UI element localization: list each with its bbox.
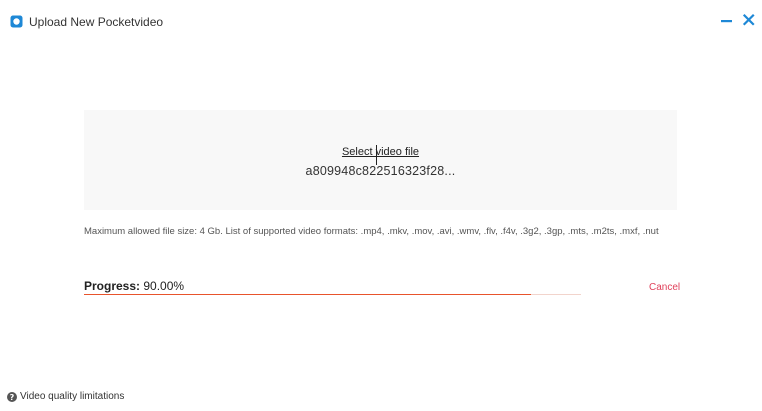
progress-section: Progress: 90.00% Cancel	[84, 279, 684, 299]
window-title: Upload New Pocketvideo	[29, 15, 164, 29]
question-circle-icon: ?	[7, 391, 17, 402]
video-quality-limitations-label[interactable]: Video quality limitations	[20, 391, 124, 402]
select-video-file-link[interactable]: Select video file	[84, 146, 677, 158]
minimize-icon[interactable]	[719, 12, 735, 28]
video-quality-limitations-link[interactable]: ? Video quality limitations	[7, 391, 124, 402]
progress-label: Progress:	[84, 279, 141, 293]
progress-bar	[84, 294, 581, 295]
progress-bar-fill	[84, 294, 532, 295]
progress-value: 90.00%	[143, 279, 185, 293]
text-cursor	[376, 145, 377, 165]
svg-text:?: ?	[10, 393, 15, 402]
selected-filename: a809948c822516323f28...	[305, 164, 456, 178]
title-bar: Upload New Pocketvideo	[0, 0, 762, 44]
progress-label-text: Progress: 90.00%	[84, 279, 184, 293]
close-icon[interactable]	[741, 12, 757, 28]
app-logo-icon	[10, 15, 23, 28]
file-drop-zone[interactable]: Select video file a809948c822516323f28..…	[84, 110, 677, 210]
cancel-button[interactable]: Cancel	[649, 282, 680, 293]
file-format-info: Maximum allowed file size: 4 Gb. List of…	[84, 226, 659, 237]
